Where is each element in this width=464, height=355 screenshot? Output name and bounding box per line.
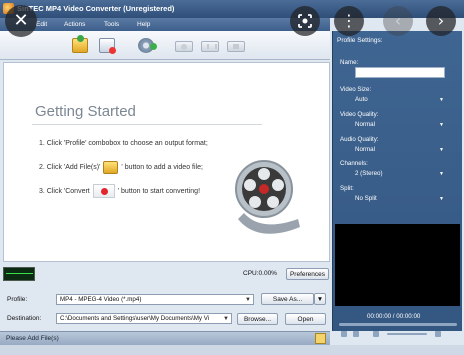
- save-as-button[interactable]: Save As...: [261, 293, 314, 305]
- pause-button[interactable]: [201, 41, 219, 52]
- destination-select[interactable]: C:\Documents and Settings\user\My Docume…: [56, 313, 232, 324]
- volume-slider[interactable]: [387, 333, 427, 335]
- step-2: 2. Click 'Add File(s)' ' button to add a …: [39, 161, 203, 174]
- add-file-icon[interactable]: [72, 35, 88, 53]
- settings-gear-icon[interactable]: [138, 38, 157, 53]
- more-options-icon[interactable]: ⋮: [334, 6, 364, 36]
- stop-button[interactable]: [227, 41, 245, 52]
- step-3-text-post: ' button to start converting!: [117, 187, 201, 195]
- previous-icon[interactable]: ‹: [383, 6, 413, 36]
- seek-bar[interactable]: [339, 323, 457, 326]
- file-list-area[interactable]: Getting Started 1. Click 'Profile' combo…: [3, 62, 330, 262]
- split-label: Split:: [340, 185, 354, 192]
- divider: [32, 124, 262, 125]
- chevron-down-icon: ▼: [223, 316, 229, 322]
- film-reel-icon: [235, 160, 300, 234]
- cpu-row: CPU:0.00% Preferences: [3, 266, 330, 283]
- status-bar: Please Add File(s): [0, 331, 330, 345]
- chevron-down-icon[interactable]: ▼: [439, 196, 444, 202]
- step-2-text-pre: 2. Click 'Add File(s)': [39, 164, 101, 171]
- video-quality-label: Video Quality:: [340, 111, 379, 118]
- volume-icon[interactable]: [373, 331, 379, 337]
- video-preview: [335, 224, 460, 306]
- video-size-select[interactable]: Auto: [355, 96, 368, 103]
- video-quality-select[interactable]: Normal: [355, 121, 375, 128]
- getting-started-title: Getting Started: [35, 103, 136, 120]
- profile-settings-header: Profile Settings:: [337, 37, 383, 44]
- profile-settings-panel: Profile Settings: Name: Video Size: Auto…: [332, 31, 462, 337]
- profile-label: Profile:: [7, 296, 28, 303]
- chevron-down-icon[interactable]: ▼: [439, 171, 444, 177]
- next-icon[interactable]: ›: [426, 6, 456, 36]
- preferences-button[interactable]: Preferences: [286, 268, 329, 280]
- name-label: Name:: [340, 59, 359, 66]
- step-3-text-pre: 3. Click 'Convert: [39, 187, 90, 195]
- chevron-down-icon[interactable]: ▼: [439, 97, 444, 103]
- close-icon[interactable]: ✕: [5, 5, 37, 37]
- menu-help[interactable]: Help: [137, 21, 150, 28]
- audio-quality-select[interactable]: Normal: [355, 146, 375, 153]
- profile-select[interactable]: MP4 - MPEG-4 Video (*.mp4) ▼: [56, 294, 254, 305]
- audio-quality-label: Audio Quality:: [340, 136, 379, 143]
- status-icon[interactable]: [315, 333, 326, 344]
- save-as-dropdown-icon[interactable]: ▼: [314, 293, 326, 305]
- step-3: 3. Click 'Convert ' button to start conve…: [39, 184, 200, 198]
- menu-actions[interactable]: Actions: [64, 21, 85, 28]
- menu-tools[interactable]: Tools: [104, 21, 119, 28]
- cpu-graph: [3, 267, 35, 281]
- snapshot-icon[interactable]: [435, 331, 441, 337]
- open-button[interactable]: Open: [285, 313, 326, 325]
- menu-bar: Edit Actions Tools Help: [0, 18, 330, 31]
- playback-time: 00:00:00 / 00:00:00: [367, 313, 421, 320]
- chevron-down-icon: ▼: [245, 297, 251, 303]
- channels-select[interactable]: 2 (Stereo): [355, 170, 383, 177]
- toolbar: [0, 31, 330, 60]
- lens-search-icon[interactable]: [290, 6, 320, 36]
- destination-value: C:\Documents and Settings\user\My Docume…: [60, 315, 210, 322]
- cpu-usage: CPU:0.00%: [243, 270, 277, 277]
- chevron-down-icon[interactable]: ▼: [439, 147, 444, 153]
- play-icon[interactable]: [341, 331, 347, 337]
- chevron-down-icon[interactable]: ▼: [439, 122, 444, 128]
- destination-label: Destination:: [7, 315, 42, 322]
- remove-file-icon[interactable]: [99, 38, 116, 54]
- window-title: SinTEC MP4 Video Converter (Unregistered…: [17, 4, 175, 13]
- status-text: Please Add File(s): [6, 335, 59, 342]
- pause-icon[interactable]: [353, 331, 359, 337]
- step-2-text-post: ' button to add a video file;: [121, 164, 203, 171]
- bottom-strip: [0, 345, 464, 355]
- menu-edit[interactable]: Edit: [36, 21, 47, 28]
- app-window: SinTEC MP4 Video Converter (Unregistered…: [0, 0, 464, 355]
- video-size-label: Video Size:: [340, 86, 372, 93]
- convert-icon: [92, 184, 115, 198]
- add-file-icon: [103, 161, 119, 174]
- split-select[interactable]: No Split: [355, 195, 377, 202]
- profile-value: MP4 - MPEG-4 Video (*.mp4): [60, 296, 142, 303]
- browse-button[interactable]: Browse...: [237, 313, 278, 325]
- channels-label: Channels:: [340, 160, 368, 167]
- name-input[interactable]: [355, 67, 445, 78]
- step-1-text: 1. Click 'Profile' combobox to choose an…: [39, 140, 208, 147]
- convert-button[interactable]: [175, 41, 193, 52]
- lens-icon: [298, 14, 312, 28]
